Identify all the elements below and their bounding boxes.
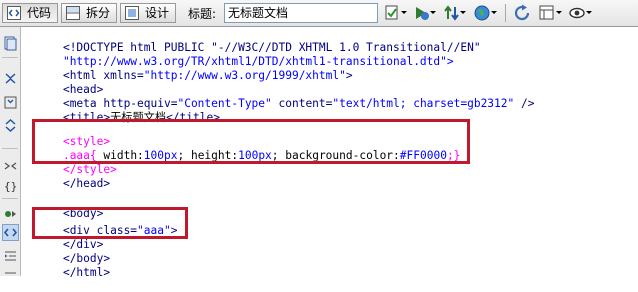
view-options-icon — [539, 5, 562, 20]
code-line-3: <html xmlns="http://www.w3.org/1999/xhtm… — [36, 56, 353, 82]
code-line-2: "http://www.w3.org/TR/xhtml1/DTD/xhtml1-… — [36, 42, 454, 68]
xmlns-value-text: "http://www.w3.org/1999/xhtml" — [143, 69, 346, 82]
preview-in-browser-icon — [416, 7, 436, 20]
meta-content-attr-text: content= — [271, 97, 333, 110]
code-view-icon — [7, 6, 21, 20]
coding-toolbar: {} — [0, 27, 21, 276]
code-view-label: 代码 — [27, 6, 52, 20]
indent-code-icon[interactable] — [3, 249, 18, 264]
html-tag-close-text: > — [345, 69, 353, 82]
code-line-15: </body> — [36, 239, 110, 265]
title-label: 标题: — [188, 7, 217, 21]
check-page-icon — [385, 5, 407, 20]
gutter-divider — [2, 57, 18, 58]
view-options-button[interactable] — [538, 3, 564, 23]
code-line-5: <meta http-equiv="Content-Type" content=… — [36, 84, 535, 110]
style-highlight-box — [32, 119, 470, 164]
refresh-icon — [514, 4, 530, 21]
gutter-divider — [2, 198, 18, 199]
code-line-16: </html> — [36, 253, 110, 279]
head-close-text: </head> — [62, 177, 111, 190]
design-view-icon — [125, 6, 139, 20]
outdent-code-icon[interactable] — [3, 270, 18, 285]
code-editor[interactable]: <!DOCTYPE html PUBLIC "-//W3C//DTD XHTML… — [22, 27, 638, 279]
visual-aids-icon — [569, 7, 592, 19]
html-close-text: </html> — [62, 266, 111, 279]
document-toolbar: 代码 拆分 设计 标题: 无标题文档 — [0, 0, 638, 27]
code-line-4: <head> — [36, 70, 103, 96]
preview-button[interactable] — [413, 3, 439, 23]
code-line-12: <body> — [36, 194, 103, 220]
split-view-button[interactable]: 拆分 — [61, 3, 117, 23]
globe-icon — [474, 5, 497, 21]
design-view-label: 设计 — [145, 6, 170, 20]
check-page-button[interactable] — [384, 3, 410, 23]
code-line-1: <!DOCTYPE html PUBLIC "-//W3C//DTD XHTML… — [36, 28, 481, 54]
file-transfer-button[interactable] — [442, 3, 468, 23]
split-view-label: 拆分 — [86, 6, 111, 20]
refresh-button[interactable] — [511, 3, 537, 23]
collapse-selection-icon[interactable] — [3, 95, 18, 110]
code-view-button[interactable]: 代码 — [2, 3, 58, 23]
gutter-divider — [2, 148, 18, 149]
file-transfer-icon — [444, 5, 466, 21]
code-line-10: </head> — [36, 164, 110, 190]
split-view-icon — [66, 6, 80, 20]
collapse-tag-icon[interactable] — [3, 71, 18, 86]
visual-aids-button[interactable] — [568, 3, 594, 23]
open-documents-icon[interactable] — [3, 36, 18, 51]
div-highlight-box — [32, 207, 188, 239]
globe-button[interactable] — [473, 3, 499, 23]
recent-snippets-icon[interactable] — [3, 207, 18, 222]
toolbar-separator — [505, 4, 506, 22]
meta-close-text: /> — [514, 97, 535, 110]
expand-all-icon[interactable] — [3, 118, 18, 133]
format-source-icon[interactable] — [2, 224, 19, 241]
wrap-tag-icon[interactable]: {} — [3, 178, 18, 193]
svg-text:{}: {} — [4, 180, 17, 193]
design-view-button[interactable]: 设计 — [120, 3, 176, 23]
title-input[interactable]: 无标题文档 — [224, 3, 378, 23]
code-line-6: <title>无标题文档</title> — [36, 98, 220, 124]
apply-comment-icon[interactable] — [3, 159, 18, 174]
meta-content-value-text: "text/html; charset=gb2312" — [332, 97, 515, 110]
